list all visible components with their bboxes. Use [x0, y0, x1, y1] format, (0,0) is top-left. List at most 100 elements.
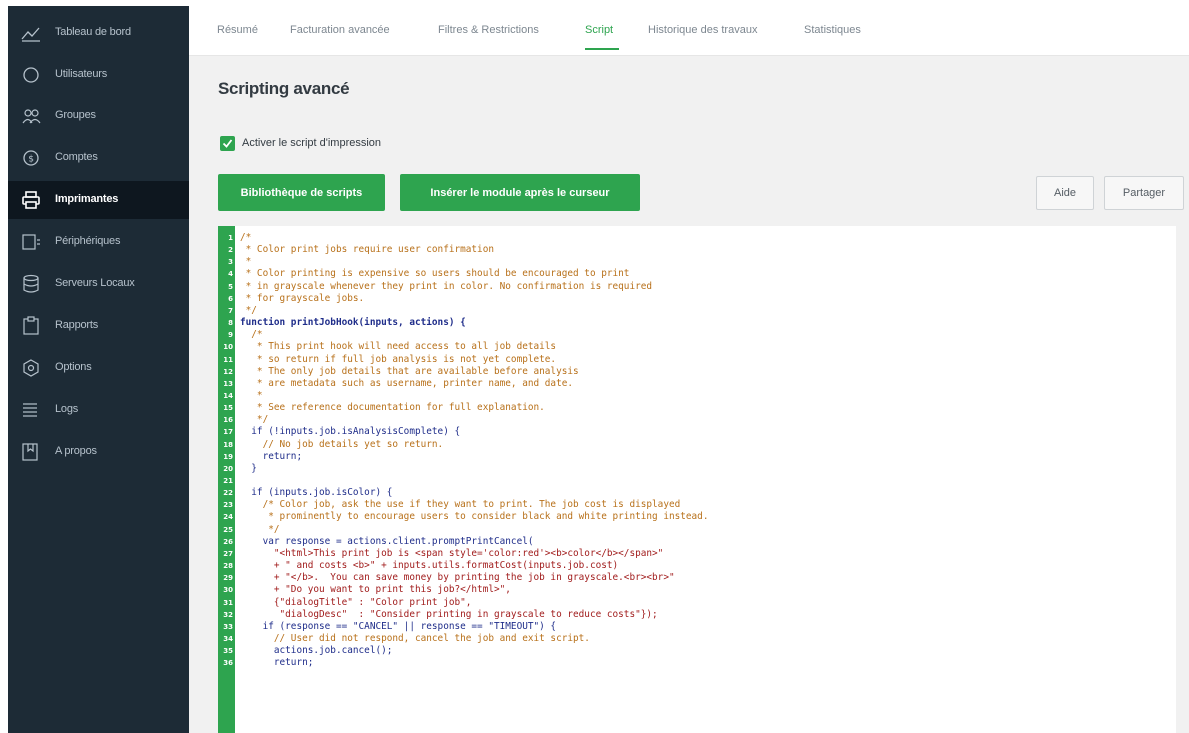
tab-summary[interactable]: Résumé	[217, 24, 258, 36]
code-line[interactable]: 12 * The only job details that are avail…	[218, 366, 1176, 378]
sidebar-item-label: Rapports	[55, 319, 99, 331]
code-text: */	[240, 523, 280, 535]
code-line[interactable]: 33 if (response == "CANCEL" || response …	[218, 621, 1176, 633]
code-line[interactable]: 31 {"dialogTitle" : "Color print job",	[218, 597, 1176, 609]
enable-script-checkbox[interactable]	[220, 136, 235, 151]
enable-script-label[interactable]: Activer le script d'impression	[242, 137, 381, 149]
code-line[interactable]: 34 // User did not respond, cancel the j…	[218, 633, 1176, 645]
code-line[interactable]: 2 * Color print jobs require user confir…	[218, 244, 1176, 256]
code-line[interactable]: 28 + " and costs <b>" + inputs.utils.for…	[218, 560, 1176, 572]
share-button[interactable]: Partager	[1104, 176, 1184, 210]
line-number: 22	[223, 489, 233, 498]
clipboard-icon	[20, 316, 42, 336]
sidebar-item-devices[interactable]: Périphériques	[8, 223, 189, 261]
tab-statistics[interactable]: Statistiques	[804, 24, 861, 36]
code-line[interactable]: 1 /*	[218, 232, 1176, 244]
tab-advanced-billing[interactable]: Facturation avancée	[290, 24, 390, 36]
sidebar-item-local-servers[interactable]: Serveurs Locaux	[8, 265, 189, 303]
code-line[interactable]: 26 var response = actions.client.promptP…	[218, 536, 1176, 548]
code-line[interactable]: 15 * See reference documentation for ful…	[218, 402, 1176, 414]
sidebar-item-label: Groupes	[55, 109, 96, 121]
sidebar-item-users[interactable]: Utilisateurs	[8, 56, 189, 94]
device-icon	[20, 232, 42, 252]
code-text: if (inputs.job.isColor) {	[240, 487, 393, 499]
code-line[interactable]: 23 /* Color job, ask the use if they wan…	[218, 499, 1176, 511]
line-number: 28	[223, 562, 233, 571]
code-line[interactable]: 3 *	[218, 256, 1176, 268]
sidebar-item-accounts[interactable]: $ Comptes	[8, 139, 189, 177]
sidebar-item-logs[interactable]: Logs	[8, 391, 189, 429]
code-line[interactable]: 20 }	[218, 463, 1176, 475]
code-line[interactable]: 13 * are metadata such as username, prin…	[218, 378, 1176, 390]
code-line[interactable]: 32 "dialogDesc" : "Consider printing in …	[218, 609, 1176, 621]
code-text: * for grayscale jobs.	[240, 292, 365, 304]
code-line[interactable]: 7 */	[218, 305, 1176, 317]
code-line[interactable]: 22 if (inputs.job.isColor) {	[218, 487, 1176, 499]
line-number: 4	[228, 270, 233, 279]
code-line[interactable]: 10 * This print hook will need access to…	[218, 341, 1176, 353]
line-number: 11	[223, 355, 233, 364]
sidebar-item-options[interactable]: Options	[8, 349, 189, 387]
code-line[interactable]: 29 + "</b>. You can save money by printi…	[218, 572, 1176, 584]
code-line[interactable]: 30 + "Do you want to print this job?</ht…	[218, 584, 1176, 596]
code-text: if (response == "CANCEL" || response == …	[240, 620, 557, 632]
code-line[interactable]: 18 // No job details yet so return.	[218, 439, 1176, 451]
code-text: /*	[240, 232, 252, 243]
line-number: 2	[228, 246, 233, 255]
code-text: /*	[240, 329, 263, 341]
line-number: 7	[228, 306, 233, 315]
code-line[interactable]: 27 "<html>This print job is <span style=…	[218, 548, 1176, 560]
line-number: 23	[223, 501, 233, 510]
sidebar-item-about[interactable]: A propos	[8, 433, 189, 471]
active-tab-indicator	[585, 48, 619, 50]
line-number: 24	[223, 513, 233, 522]
line-number: 18	[223, 440, 233, 449]
book-icon	[20, 442, 42, 462]
line-number: 30	[223, 586, 233, 595]
line-number: 20	[223, 464, 233, 473]
help-button[interactable]: Aide	[1036, 176, 1094, 210]
line-number: 13	[223, 379, 233, 388]
code-line[interactable]: 19 return;	[218, 451, 1176, 463]
printer-icon	[20, 190, 42, 210]
svg-text:$: $	[28, 155, 34, 165]
sidebar-item-reports[interactable]: Rapports	[8, 307, 189, 345]
code-text: "<html>This print job is <span style='co…	[240, 547, 664, 559]
sidebar-item-label: A propos	[55, 445, 97, 457]
code-line[interactable]: 21	[218, 475, 1176, 487]
line-number: 33	[223, 622, 233, 631]
code-line[interactable]: 24 * prominently to encourage users to c…	[218, 511, 1176, 523]
code-line[interactable]: 36 return;	[218, 657, 1176, 669]
line-number: 6	[228, 294, 233, 303]
code-line[interactable]: 17 if (!inputs.job.isAnalysisComplete) {	[218, 426, 1176, 438]
main-content: Résumé Facturation avancée Filtres & Res…	[189, 6, 1189, 733]
code-line[interactable]: 14 *	[218, 390, 1176, 402]
script-library-button[interactable]: Bibliothèque de scripts	[218, 174, 385, 211]
code-editor[interactable]: 1/* 2 * Color print jobs require user con…	[218, 226, 1176, 733]
code-line[interactable]: 25 */	[218, 524, 1176, 536]
code-line[interactable]: 35 actions.job.cancel();	[218, 645, 1176, 657]
code-line[interactable]: 6 * for grayscale jobs.	[218, 293, 1176, 305]
line-number: 9	[228, 331, 233, 340]
code-text: * Color print jobs require user confirma…	[240, 244, 494, 256]
line-number: 17	[223, 428, 233, 437]
code-line[interactable]: 16 */	[218, 414, 1176, 426]
tab-job-history[interactable]: Historique des travaux	[648, 24, 757, 36]
code-text: + "</b>. You can save money by printing …	[240, 572, 675, 584]
sidebar-item-label: Serveurs Locaux	[55, 277, 135, 289]
code-line[interactable]: 5 * in grayscale whenever they print in …	[218, 281, 1176, 293]
sidebar-item-printers[interactable]: Imprimantes	[8, 181, 189, 219]
sidebar-item-label: Utilisateurs	[55, 68, 108, 80]
code-text: *	[240, 389, 263, 401]
page-title: Scripting avancé	[218, 79, 350, 98]
code-line[interactable]: 8 function printJobHook(inputs, actions) …	[218, 317, 1176, 329]
sidebar-item-groups[interactable]: Groupes	[8, 97, 189, 135]
code-line[interactable]: 11 * so return if full job analysis is n…	[218, 354, 1176, 366]
code-line[interactable]: 4 * Color printing is expensive so users…	[218, 268, 1176, 280]
sidebar-item-dashboard[interactable]: Tableau de bord	[8, 14, 189, 52]
insert-module-button[interactable]: Insérer le module après le curseur	[400, 174, 640, 211]
code-line[interactable]: 9 /*	[218, 329, 1176, 341]
tab-filters-restrictions[interactable]: Filtres & Restrictions	[438, 24, 539, 36]
tab-script[interactable]: Script	[585, 24, 613, 36]
list-icon	[20, 400, 42, 420]
